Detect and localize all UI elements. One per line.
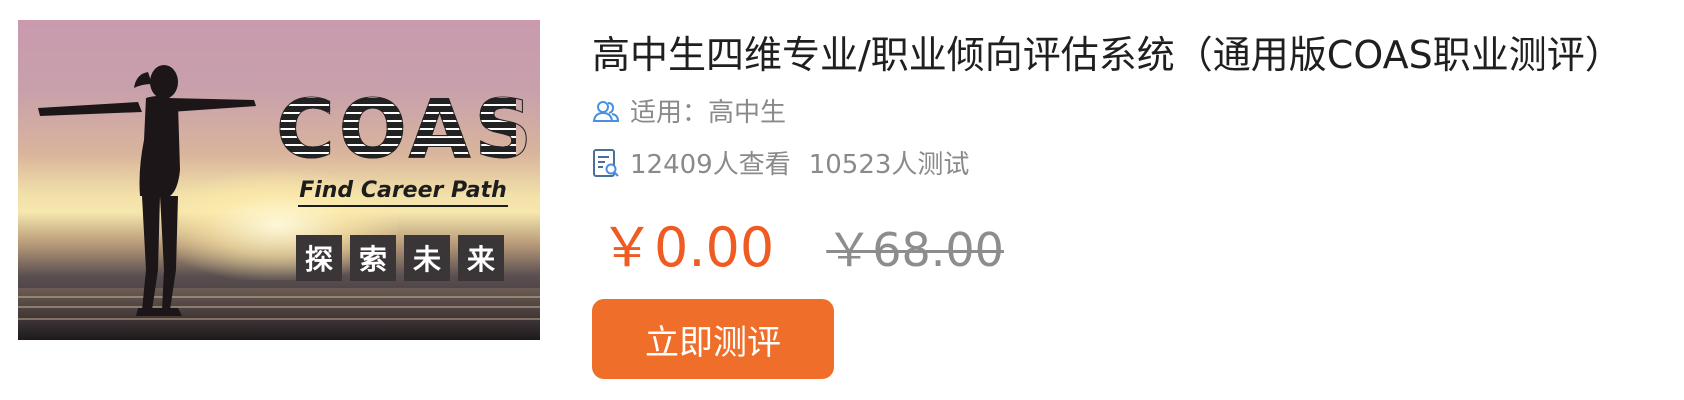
banner-char: 索: [350, 235, 396, 281]
woman-silhouette-icon: [38, 65, 256, 316]
banner-tagline: Find Career Path: [298, 178, 508, 207]
product-title[interactable]: 高中生四维专业/职业倾向评估系统（通用版COAS职业测评）: [592, 24, 1684, 79]
report-search-icon: [593, 148, 619, 177]
audience-text: 适用：高中生: [630, 98, 787, 128]
coas-logo: COAS: [276, 83, 537, 176]
banner-char: 来: [458, 235, 504, 281]
banner-chars: 探 索 未 来: [296, 235, 504, 281]
stats-row: 12409人查看 10523人测试: [592, 144, 969, 181]
original-price: ￥68.00: [826, 223, 1004, 277]
price-block: ￥0.00 ￥68.00: [600, 203, 1004, 282]
views-count: 12409人查看: [630, 150, 791, 180]
banner-char: 探: [296, 235, 342, 281]
banner-char: 未: [404, 235, 450, 281]
current-price: ￥0.00: [600, 216, 775, 279]
users-icon: [592, 100, 620, 122]
start-test-button[interactable]: 立即测评: [592, 299, 834, 379]
audience-row: 适用：高中生: [592, 92, 786, 129]
tests-count: 10523人测试: [808, 150, 970, 180]
product-banner-image[interactable]: COAS Find Career Path 探 索 未 来: [18, 20, 540, 340]
